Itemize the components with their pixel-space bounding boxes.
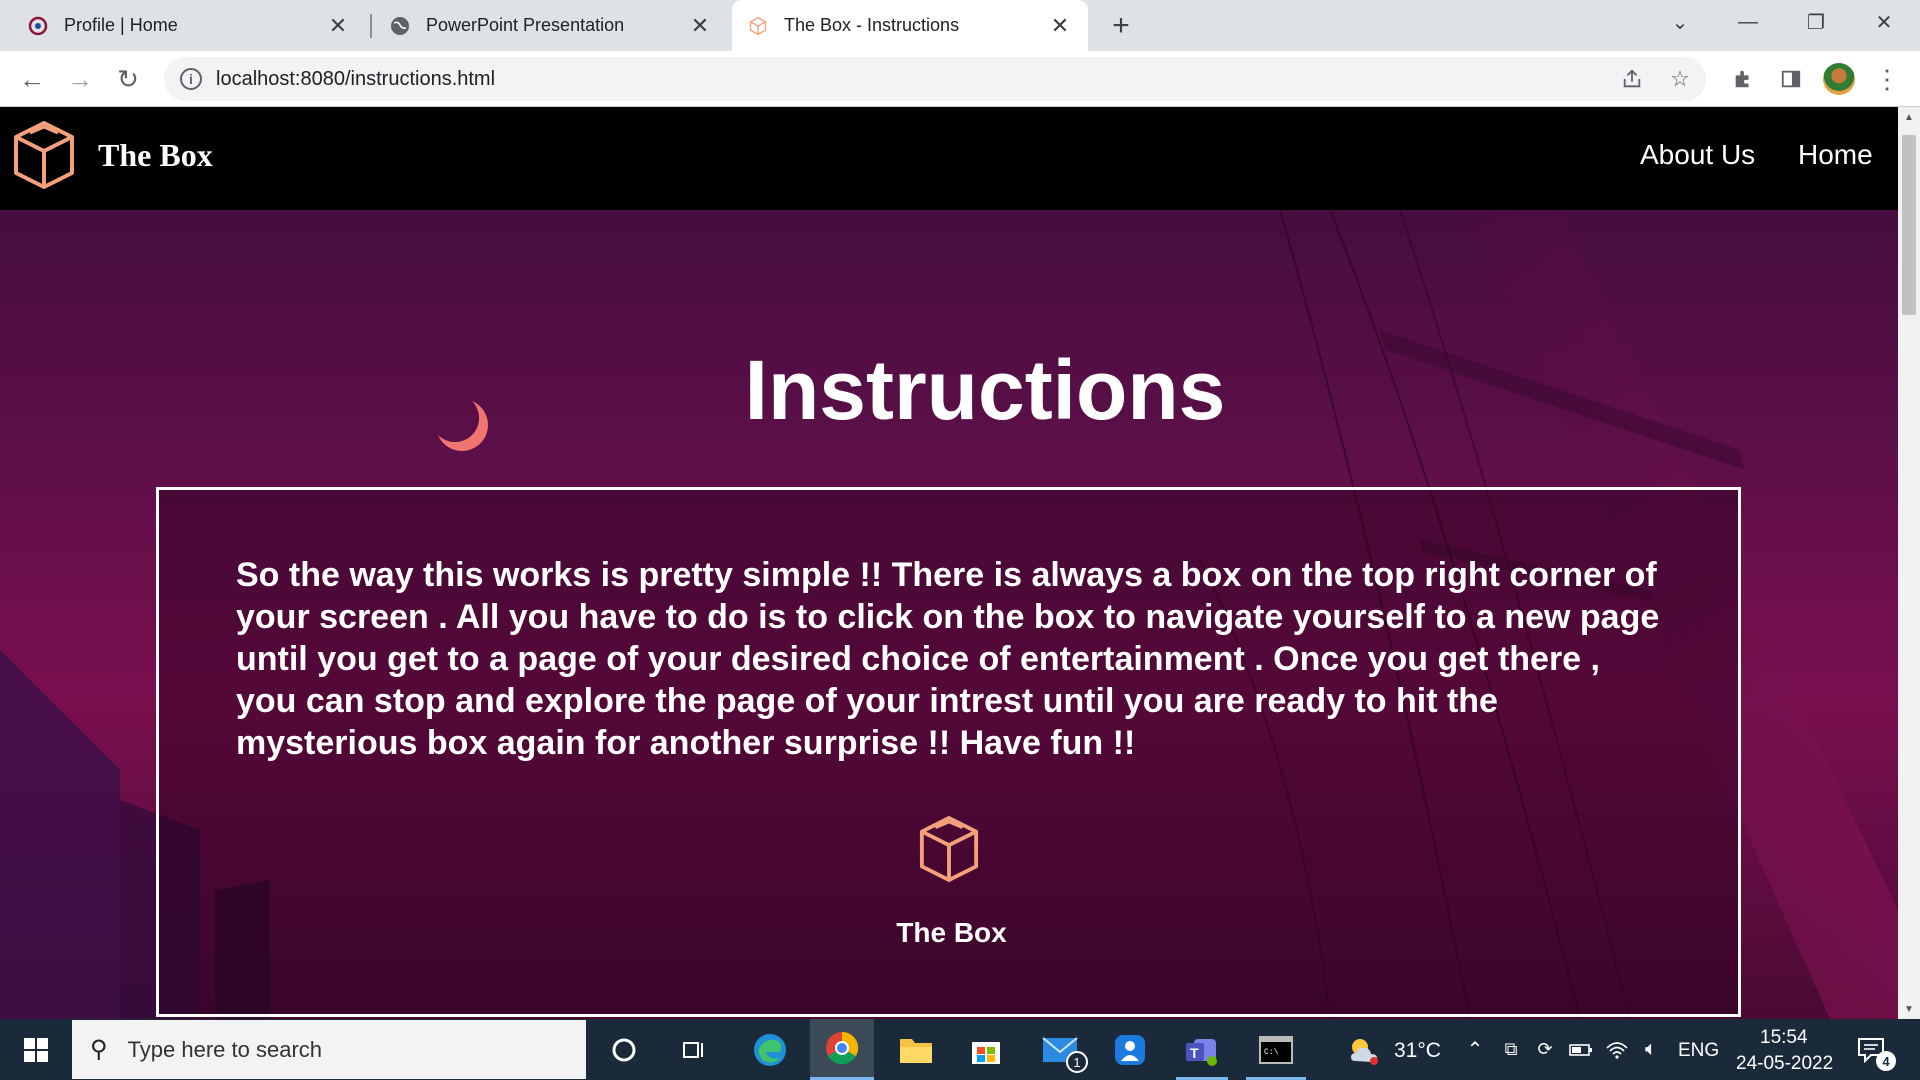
terminal-icon[interactable]: C:\: [1244, 1019, 1308, 1080]
nav-home-link[interactable]: Home: [1798, 139, 1873, 171]
scrollbar-thumb[interactable]: [1902, 135, 1916, 315]
page-title: Instructions: [744, 343, 1226, 437]
tab-powerpoint[interactable]: PowerPoint Presentation ✕: [374, 0, 728, 51]
temperature-text: 31°C: [1394, 1039, 1441, 1062]
page-scrollbar[interactable]: ▲ ▼: [1898, 107, 1920, 1019]
instructions-card: So the way this works is pretty simple !…: [156, 487, 1741, 1017]
box-logo-icon[interactable]: [918, 813, 980, 885]
back-button[interactable]: ←: [12, 59, 52, 99]
account-app-icon[interactable]: [1102, 1019, 1158, 1080]
page-viewport: The Box About Us Home Instructions So th…: [0, 107, 1898, 1019]
new-tab-button[interactable]: +: [1104, 9, 1138, 42]
site-info-icon[interactable]: i: [180, 68, 202, 90]
weather-icon[interactable]: [1344, 1019, 1384, 1080]
search-placeholder: Type here to search: [127, 1036, 323, 1062]
tab-title: The Box - Instructions: [784, 15, 960, 35]
brand-name: The Box: [98, 136, 213, 173]
tab-instructions[interactable]: The Box - Instructions ✕: [732, 0, 1088, 51]
mail-icon[interactable]: 1: [1030, 1019, 1090, 1080]
windows-taskbar: ⚲ Type here to search 1 T C:\ 31°C ⌃ ⧉ ⟳: [0, 1019, 1920, 1080]
edge-browser-icon[interactable]: [742, 1019, 798, 1080]
notification-count-badge: 4: [1876, 1051, 1896, 1071]
chrome-taskbar-icon[interactable]: [810, 1019, 874, 1080]
share-icon[interactable]: [1614, 65, 1650, 93]
svg-text:C:\: C:\: [1264, 1048, 1279, 1057]
profile-avatar[interactable]: [1823, 63, 1855, 95]
close-window-button[interactable]: ✕: [1856, 0, 1912, 44]
menu-kebab-icon[interactable]: ⋮: [1871, 63, 1903, 95]
clock-time[interactable]: 15:54: [1760, 1027, 1808, 1049]
card-brand-name: The Box: [896, 917, 1007, 948]
tray-overflow-chevron-icon[interactable]: ⌃: [1460, 1019, 1490, 1080]
start-button[interactable]: [0, 1019, 72, 1080]
wifi-icon[interactable]: [1602, 1019, 1632, 1080]
side-panel-icon[interactable]: [1775, 63, 1807, 95]
profile-favicon-icon: [28, 16, 48, 36]
close-tab-icon[interactable]: ✕: [1048, 13, 1072, 38]
reload-button[interactable]: ↻: [108, 59, 148, 99]
address-bar[interactable]: i localhost:8080/instructions.html ☆: [164, 57, 1706, 101]
search-icon: ⚲: [90, 1036, 108, 1063]
box-logo-icon: [14, 121, 74, 189]
cortana-icon[interactable]: [596, 1019, 652, 1080]
taskbar-search-input[interactable]: ⚲ Type here to search: [72, 1020, 586, 1079]
meet-now-icon[interactable]: ⧉: [1496, 1019, 1526, 1080]
globe-icon: [390, 16, 410, 36]
notification-center-icon[interactable]: 4: [1846, 1019, 1896, 1080]
close-tab-icon[interactable]: ✕: [688, 13, 712, 38]
onedrive-sync-icon[interactable]: ⟳: [1530, 1019, 1560, 1080]
scroll-up-arrow-icon[interactable]: ▲: [1898, 107, 1920, 127]
tab-title: Profile | Home: [64, 15, 178, 35]
site-header: The Box About Us Home: [0, 107, 1898, 210]
extensions-puzzle-icon[interactable]: [1727, 63, 1759, 95]
svg-text:T: T: [1190, 1045, 1199, 1061]
battery-icon[interactable]: [1566, 1019, 1596, 1080]
mail-badge: 1: [1066, 1051, 1088, 1073]
scroll-down-arrow-icon[interactable]: ▼: [1898, 999, 1920, 1019]
tab-search-chevron-icon[interactable]: ⌄: [1652, 0, 1708, 44]
restore-button[interactable]: ❐: [1788, 0, 1844, 44]
windows-logo-icon: [24, 1037, 48, 1062]
box-favicon-icon: [748, 16, 768, 36]
instructions-text: So the way this works is pretty simple !…: [236, 556, 1660, 762]
minimize-button[interactable]: —: [1720, 0, 1776, 44]
bookmark-star-icon[interactable]: ☆: [1662, 65, 1698, 93]
brand-logo-link[interactable]: The Box: [12, 119, 213, 191]
tab-separator: [370, 14, 372, 38]
nav-about-us-link[interactable]: About Us: [1640, 139, 1755, 171]
microsoft-store-icon[interactable]: [958, 1019, 1014, 1080]
volume-icon[interactable]: 🔈︎: [1636, 1019, 1666, 1080]
tab-strip: Profile | Home ✕ PowerPoint Presentation…: [0, 0, 1920, 51]
close-tab-icon[interactable]: ✕: [326, 13, 350, 38]
forward-button[interactable]: →: [60, 59, 100, 99]
clock-date[interactable]: 24-05-2022: [1736, 1053, 1833, 1075]
browser-toolbar: ← → ↻ i localhost:8080/instructions.html…: [0, 51, 1920, 107]
teams-icon[interactable]: T: [1174, 1019, 1230, 1080]
url-text: localhost:8080/instructions.html: [216, 67, 496, 90]
task-view-icon[interactable]: [666, 1019, 722, 1080]
language-indicator[interactable]: ENG: [1678, 1040, 1719, 1062]
file-explorer-icon[interactable]: [888, 1019, 944, 1080]
tab-profile[interactable]: Profile | Home ✕: [12, 0, 366, 51]
tab-title: PowerPoint Presentation: [426, 15, 625, 35]
